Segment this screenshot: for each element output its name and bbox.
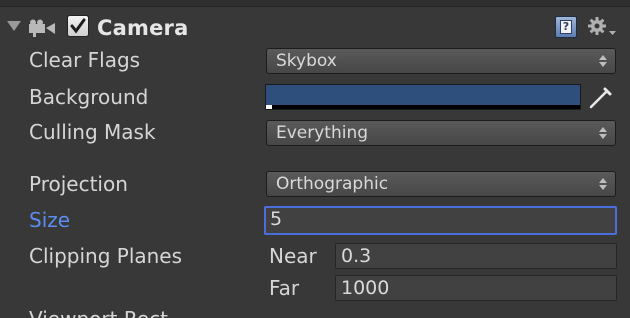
component-enabled-checkbox[interactable]	[67, 15, 89, 37]
far-plane-input[interactable]: 1000	[335, 275, 617, 301]
updown-arrows-icon	[599, 178, 607, 190]
camera-icon	[29, 19, 55, 37]
projection-label: Projection	[29, 172, 128, 196]
projection-dropdown[interactable]: Orthographic	[266, 171, 616, 197]
component-title: Camera	[97, 16, 189, 40]
panel-top-divider	[0, 0, 630, 7]
component-header[interactable]: Camera ?	[0, 7, 630, 45]
culling-mask-value: Everything	[276, 123, 369, 143]
help-glyph: ?	[560, 20, 572, 34]
background-color-field[interactable]	[265, 84, 581, 110]
clear-flags-dropdown[interactable]: Skybox	[266, 48, 616, 74]
culling-mask-dropdown[interactable]: Everything	[266, 120, 616, 146]
checkbox-check-icon	[70, 18, 86, 34]
size-label: Size	[29, 208, 71, 232]
projection-value: Orthographic	[276, 174, 389, 194]
background-alpha-bar	[266, 105, 272, 109]
gear-icon[interactable]	[586, 15, 618, 39]
background-label: Background	[29, 85, 149, 109]
foldout-arrow-icon[interactable]	[7, 21, 21, 31]
viewport-rect-label: Viewport Rect	[29, 306, 168, 318]
size-input[interactable]: 5	[264, 206, 617, 235]
clipping-planes-label: Clipping Planes	[29, 244, 183, 268]
eyedropper-icon[interactable]	[586, 84, 614, 110]
culling-mask-label: Culling Mask	[29, 120, 156, 144]
near-label: Near	[269, 244, 317, 268]
updown-arrows-icon	[599, 55, 607, 67]
near-plane-input[interactable]: 0.3	[335, 243, 617, 269]
camera-inspector-panel: Camera ? Clear Flags Skybox Background C…	[0, 0, 630, 318]
updown-arrows-icon	[599, 127, 607, 139]
help-icon[interactable]: ?	[555, 16, 577, 38]
clear-flags-value: Skybox	[276, 51, 337, 71]
clear-flags-label: Clear Flags	[29, 48, 141, 72]
background-color-swatch	[266, 85, 580, 105]
far-label: Far	[269, 276, 300, 300]
